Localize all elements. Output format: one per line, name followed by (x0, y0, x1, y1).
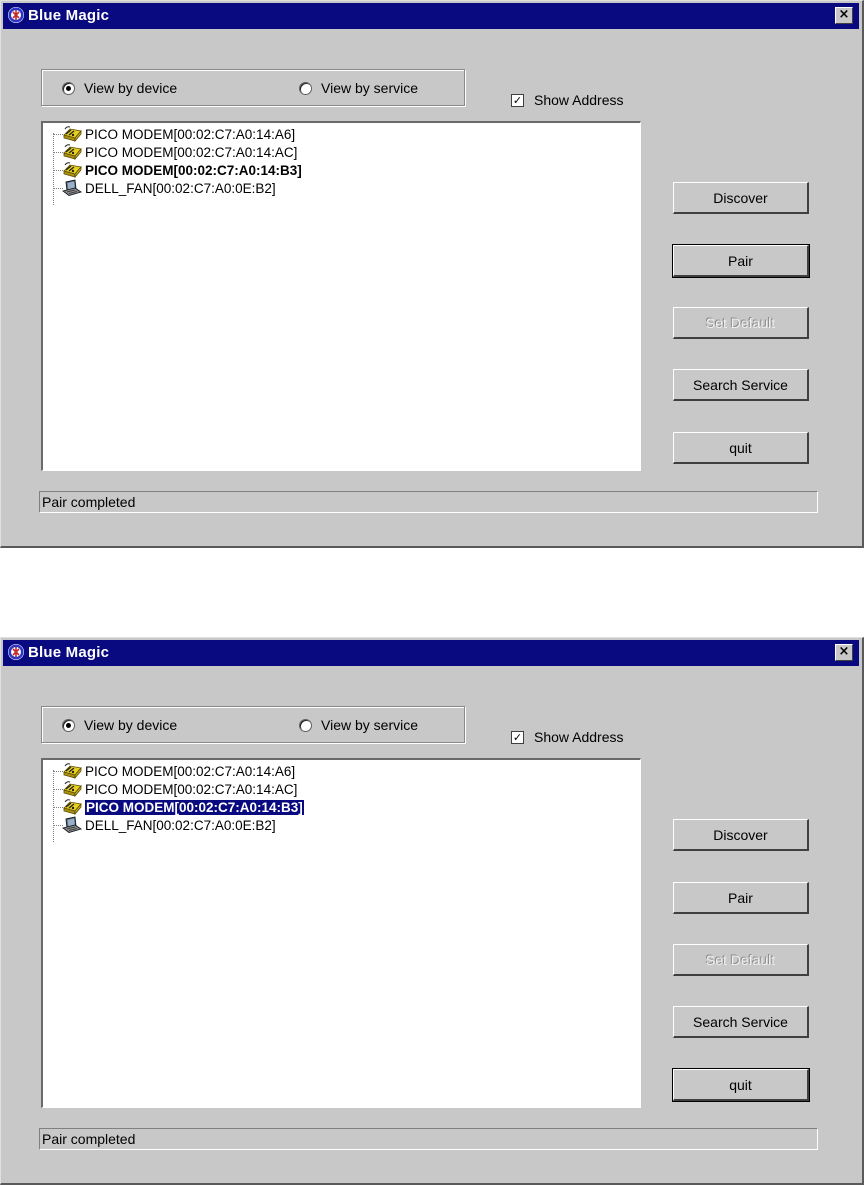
device-label: DELL_FAN[00:02:C7:A0:0E:B2] (85, 817, 276, 833)
view-by-device-label: View by device (84, 717, 178, 733)
status-bar: Pair completed (39, 491, 818, 513)
set-default-button[interactable]: Set Default (673, 944, 809, 976)
close-icon[interactable]: × (835, 7, 853, 24)
device-label: DELL_FAN[00:02:C7:A0:0E:B2] (85, 180, 276, 196)
device-label: PICO MODEM[00:02:C7:A0:14:AC] (85, 781, 298, 797)
tree-connector (53, 133, 54, 205)
title-bar[interactable]: Blue Magic × (3, 3, 859, 29)
device-label: PICO MODEM[00:02:C7:A0:14:B3] (84, 798, 305, 816)
discover-button[interactable]: Discover (673, 182, 809, 214)
view-by-device-radio[interactable]: View by device (62, 80, 177, 96)
window-title: Blue Magic (28, 7, 110, 24)
set-default-button[interactable]: Set Default (673, 307, 809, 339)
device-tree-item[interactable]: PICO MODEM[00:02:C7:A0:14:AC] (53, 780, 298, 798)
device-label: PICO MODEM[00:02:C7:A0:14:A6] (85, 126, 296, 142)
modem-icon (61, 780, 83, 798)
search-service-button[interactable]: Search Service (673, 369, 809, 401)
quit-button[interactable]: quit (673, 432, 809, 464)
close-icon[interactable]: × (835, 644, 853, 661)
modem-icon (61, 798, 83, 816)
show-address-checkbox[interactable]: ✓ Show Address (511, 92, 624, 108)
pair-button[interactable]: Pair (672, 244, 810, 278)
laptop-icon (61, 816, 83, 834)
radio-indicator-device[interactable] (62, 718, 75, 732)
view-by-device-radio[interactable]: View by device (62, 717, 177, 733)
device-tree-item[interactable]: PICO MODEM[00:02:C7:A0:14:B3] (53, 798, 305, 816)
title-bar[interactable]: Blue Magic × (3, 640, 859, 666)
modem-icon (61, 161, 83, 179)
pair-button[interactable]: Pair (673, 882, 809, 914)
blue-magic-window: Blue Magic × View by device View by serv… (0, 637, 864, 1185)
blue-magic-window: Blue Magic × View by device View by serv… (0, 0, 864, 548)
checkbox-indicator[interactable]: ✓ (511, 93, 524, 107)
show-address-checkbox[interactable]: ✓ Show Address (511, 729, 624, 745)
modem-icon (61, 143, 83, 161)
view-by-device-label: View by device (84, 80, 178, 96)
device-tree[interactable]: PICO MODEM[00:02:C7:A0:14:A6] PICO MODEM[… (41, 121, 641, 471)
device-tree-item[interactable]: PICO MODEM[00:02:C7:A0:14:AC] (53, 143, 298, 161)
show-address-label: Show Address (534, 729, 624, 745)
radio-indicator-service[interactable] (299, 81, 312, 95)
window-title: Blue Magic (28, 644, 110, 661)
modem-icon (61, 125, 83, 143)
view-mode-group: View by device View by service (41, 69, 465, 106)
checkbox-indicator[interactable]: ✓ (511, 730, 524, 744)
view-by-service-label: View by service (321, 717, 419, 733)
device-tree-item[interactable]: PICO MODEM[00:02:C7:A0:14:A6] (53, 762, 296, 780)
device-tree-item[interactable]: PICO MODEM[00:02:C7:A0:14:B3] (53, 161, 302, 179)
laptop-icon (61, 179, 83, 197)
view-by-service-label: View by service (321, 80, 419, 96)
view-mode-group: View by device View by service (41, 706, 465, 743)
device-label: PICO MODEM[00:02:C7:A0:14:AC] (85, 144, 298, 160)
device-tree-item[interactable]: DELL_FAN[00:02:C7:A0:0E:B2] (53, 816, 276, 834)
discover-button[interactable]: Discover (673, 819, 809, 851)
modem-icon (61, 762, 83, 780)
bluetooth-app-icon (8, 7, 24, 23)
view-by-service-radio[interactable]: View by service (299, 717, 418, 733)
status-bar: Pair completed (39, 1128, 818, 1150)
device-tree[interactable]: PICO MODEM[00:02:C7:A0:14:A6] PICO MODEM[… (41, 758, 641, 1108)
tree-connector (53, 770, 54, 842)
device-label: PICO MODEM[00:02:C7:A0:14:A6] (85, 763, 296, 779)
radio-indicator-device[interactable] (62, 81, 75, 95)
bluetooth-app-icon (8, 644, 24, 660)
quit-button[interactable]: quit (672, 1068, 810, 1102)
search-service-button[interactable]: Search Service (673, 1006, 809, 1038)
show-address-label: Show Address (534, 92, 624, 108)
device-tree-item[interactable]: PICO MODEM[00:02:C7:A0:14:A6] (53, 125, 296, 143)
device-tree-item[interactable]: DELL_FAN[00:02:C7:A0:0E:B2] (53, 179, 276, 197)
radio-indicator-service[interactable] (299, 718, 312, 732)
device-label: PICO MODEM[00:02:C7:A0:14:B3] (85, 162, 302, 178)
view-by-service-radio[interactable]: View by service (299, 80, 418, 96)
